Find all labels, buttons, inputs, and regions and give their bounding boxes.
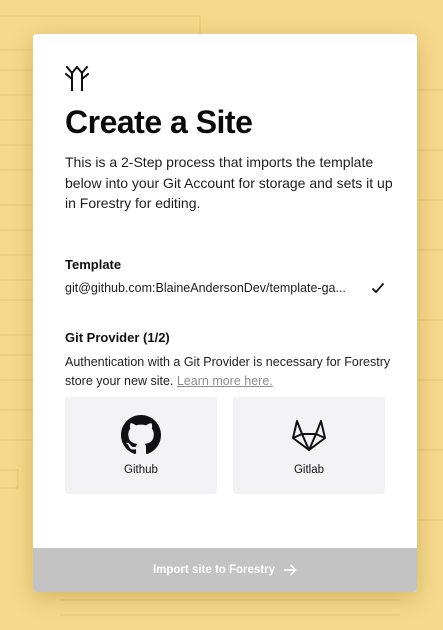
github-provider-button[interactable]: Github <box>65 397 217 494</box>
git-provider-description: Authentication with a Git Provider is ne… <box>65 353 395 390</box>
template-url: git@github.com:BlaineAndersonDev/templat… <box>65 281 346 295</box>
import-site-button[interactable]: Import site to Forestry <box>33 548 417 592</box>
gitlab-provider-button[interactable]: Gitlab <box>233 397 385 494</box>
template-row: git@github.com:BlaineAndersonDev/templat… <box>65 281 385 295</box>
page-title: Create a Site <box>65 104 253 140</box>
arrow-right-icon <box>284 564 297 576</box>
github-label: Github <box>124 464 158 476</box>
template-label: Template <box>65 257 122 272</box>
github-icon <box>121 415 161 455</box>
intro-text: This is a 2-Step process that imports th… <box>65 154 393 211</box>
import-site-label: Import site to Forestry <box>152 564 276 576</box>
forestry-logo-icon <box>65 65 89 91</box>
git-provider-label: Git Provider (1/2) <box>65 330 170 345</box>
gitlab-label: Gitlab <box>293 464 325 476</box>
checkmark-icon <box>371 282 385 294</box>
learn-more-link[interactable]: Learn more here. <box>177 374 273 388</box>
create-site-card: Create a Site This is a 2-Step process t… <box>33 34 417 592</box>
gitlab-icon <box>292 420 326 451</box>
